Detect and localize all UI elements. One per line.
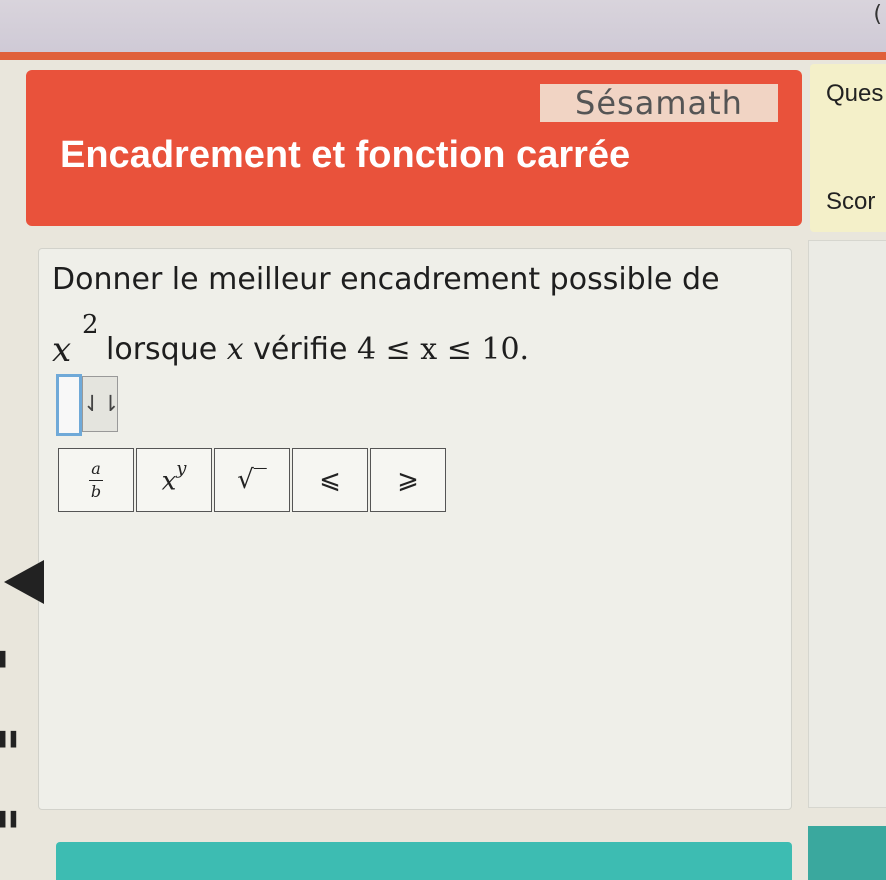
top-accent-line: [0, 52, 886, 60]
bottom-right-panel: [808, 826, 886, 880]
corner-glyph: (: [873, 2, 882, 27]
keypad-leq-button[interactable]: ⩽: [292, 448, 368, 512]
previous-arrow-icon[interactable]: [4, 560, 44, 604]
sesamath-logo: Sésamath: [540, 84, 778, 122]
math-exponent: 2: [82, 310, 99, 340]
exercise-title: Encadrement et fonction carrée: [60, 134, 631, 176]
math-keypad: ab xy √‾ ⩽ ⩾: [58, 448, 448, 512]
keypad-geq-button[interactable]: ⩾: [370, 448, 446, 512]
question-line-1: Donner le meilleur encadrement possible …: [52, 262, 720, 297]
signal-icon: ▌▌: [0, 812, 22, 828]
bottom-teal-panel: [56, 842, 792, 880]
answer-options-button[interactable]: ⇃⇂: [82, 376, 120, 432]
math-variable-x: x: [52, 330, 72, 370]
answer-input[interactable]: [56, 374, 82, 436]
browser-top-strip: [0, 0, 886, 52]
question-condition-text: lorsque x vérifie 4 ≤ x ≤ 10.: [106, 332, 530, 367]
signal-icon: ▌: [0, 652, 11, 668]
keypad-fraction-button[interactable]: ab: [58, 448, 134, 512]
question-counter-label: Ques: [826, 80, 884, 107]
score-label: Scor: [826, 188, 876, 215]
side-card: [808, 240, 886, 808]
keypad-power-button[interactable]: xy: [136, 448, 212, 512]
signal-icon: ▌▌: [0, 732, 22, 748]
keypad-sqrt-button[interactable]: √‾: [214, 448, 290, 512]
